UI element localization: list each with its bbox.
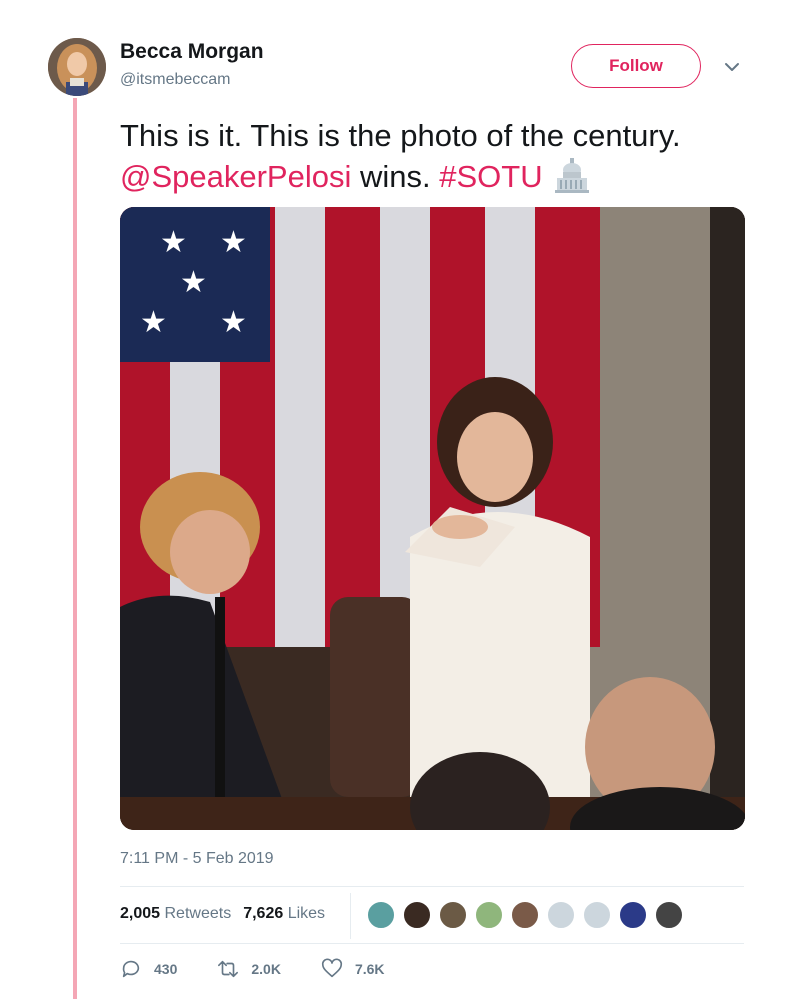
- like-count: 7.6K: [354, 961, 385, 977]
- author-handle[interactable]: @itsmebeccam: [120, 71, 231, 89]
- divider-bottom: [120, 943, 744, 944]
- tweet-text: This is it. This is the photo of the cen…: [120, 116, 760, 197]
- liker-avatar[interactable]: [654, 900, 684, 930]
- tweet-timestamp[interactable]: 7:11 PM - 5 Feb 2019: [120, 850, 274, 868]
- thread-line: [73, 98, 77, 999]
- chevron-down-icon[interactable]: [722, 57, 742, 77]
- author-name[interactable]: Becca Morgan: [120, 40, 264, 64]
- svg-text:★: ★: [220, 305, 247, 340]
- reply-count: 430: [154, 961, 178, 977]
- reply-icon: [122, 960, 140, 978]
- retweets-label: Retweets: [164, 905, 232, 922]
- liker-avatar[interactable]: [510, 900, 540, 930]
- tweet-text-mid: wins.: [351, 159, 440, 194]
- mention-link[interactable]: @SpeakerPelosi: [120, 159, 351, 194]
- liker-avatars: [366, 900, 684, 930]
- liker-avatar[interactable]: [474, 900, 504, 930]
- follow-button[interactable]: Follow: [571, 44, 701, 88]
- liker-avatar[interactable]: [582, 900, 612, 930]
- stats-divider: [350, 893, 351, 939]
- tweet-actions: 430 2.0K 7.6K: [120, 958, 425, 980]
- like-action[interactable]: 7.6K: [321, 958, 385, 980]
- likes-count: 7,626: [243, 905, 284, 922]
- reply-action[interactable]: 430: [120, 958, 177, 980]
- liker-avatar[interactable]: [366, 900, 396, 930]
- liker-avatar[interactable]: [546, 900, 576, 930]
- tweet-photo[interactable]: ★ ★ ★ ★ ★: [120, 207, 745, 830]
- heart-icon: [321, 958, 342, 978]
- capitol-building-icon: [555, 158, 590, 193]
- likes-stat[interactable]: 7,626 Likes: [243, 905, 325, 923]
- retweets-count: 2,005: [120, 905, 161, 922]
- divider-top: [120, 886, 744, 887]
- liker-avatar[interactable]: [618, 900, 648, 930]
- liker-avatar[interactable]: [438, 900, 468, 930]
- likes-label: Likes: [287, 905, 326, 922]
- hashtag-link[interactable]: #SOTU: [439, 159, 542, 194]
- svg-text:★: ★: [160, 225, 187, 260]
- svg-text:★: ★: [220, 225, 247, 260]
- retweet-count: 2.0K: [251, 961, 281, 977]
- engagement-stats: 2,005 Retweets 7,626 Likes: [120, 905, 325, 923]
- svg-text:★: ★: [180, 265, 207, 300]
- liker-avatar[interactable]: [402, 900, 432, 930]
- retweet-action[interactable]: 2.0K: [217, 958, 281, 980]
- author-avatar[interactable]: [48, 38, 106, 96]
- retweet-icon: [218, 960, 239, 978]
- svg-text:★: ★: [140, 305, 167, 340]
- retweets-stat[interactable]: 2,005 Retweets: [120, 905, 231, 923]
- tweet-text-line1: This is it. This is the photo of the cen…: [120, 118, 681, 153]
